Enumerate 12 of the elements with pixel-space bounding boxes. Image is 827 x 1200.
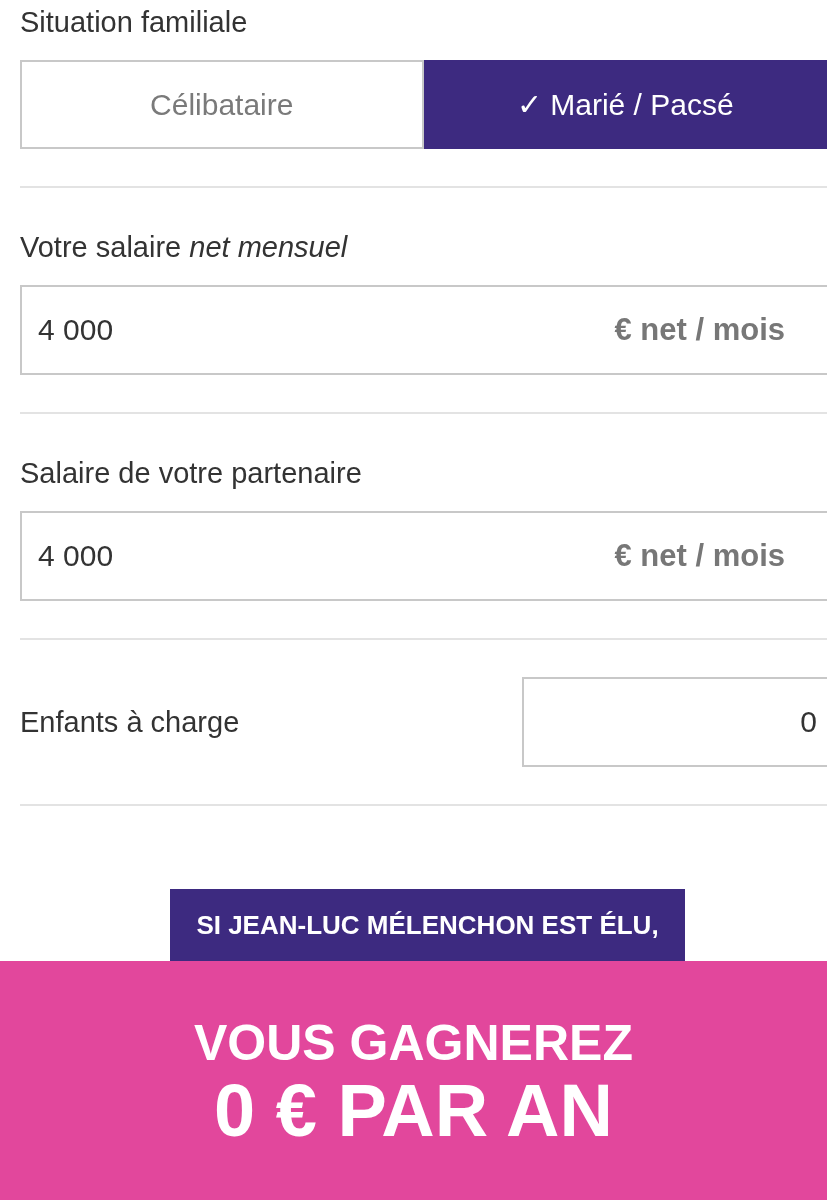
toggle-option[interactable]: Célibataire	[20, 60, 424, 149]
field-label: Enfants à charge	[20, 705, 240, 740]
result-amount: 0 € PAR AN	[214, 1070, 613, 1151]
result-headline: VOUS GAGNEREZ	[194, 1014, 633, 1071]
result-banner: SI JEAN-LUC MÉLENCHON EST ÉLU,	[170, 889, 685, 961]
field-label: Salaire de votre partenaire	[20, 456, 363, 491]
unit-label: € net / mois	[614, 310, 785, 349]
field-label: Votre salaire net mensuel	[20, 230, 349, 265]
toggle-option[interactable]: ✓ Marié / Pacsé	[423, 60, 827, 149]
field-label: Situation familiale	[20, 5, 249, 40]
unit-label: € net / mois	[614, 536, 785, 575]
number-field[interactable]: 0	[522, 677, 827, 767]
